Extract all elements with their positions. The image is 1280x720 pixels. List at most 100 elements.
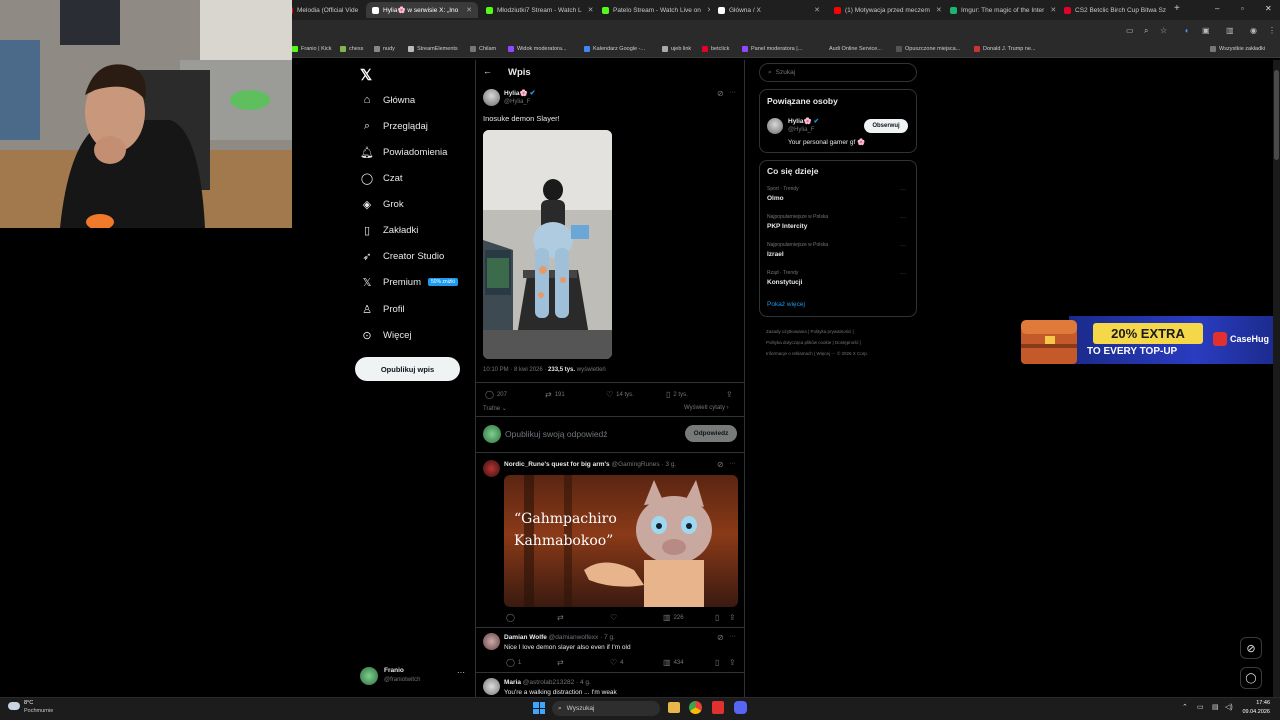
close-tab-icon[interactable]: ✕ <box>701 6 710 14</box>
trend-more-icon[interactable]: ··· <box>900 215 906 221</box>
views-stat[interactable]: ▥ 226 <box>663 613 684 622</box>
weather-desc[interactable]: Pochmurnie <box>24 708 53 714</box>
reply-avatar[interactable] <box>483 633 500 650</box>
post-button[interactable]: Opublikuj wpis <box>355 357 460 381</box>
nav-notifications[interactable]: 🔔︎ Powiadomienia <box>360 142 447 162</box>
ext-icon[interactable]: ▣ <box>1202 26 1210 35</box>
casehug-ad-banner[interactable]: 20% EXTRA TO EVERY TOP-UP CaseHug <box>1017 310 1280 370</box>
footer-link[interactable]: Więcej ··· <box>816 351 835 356</box>
trend-item[interactable]: Najpopularniejsze w Polska PKP Intercity <box>767 214 828 230</box>
bookmark-item[interactable]: ujeb link <box>662 46 691 52</box>
sidepanel-icon[interactable]: ▥ <box>1226 26 1234 35</box>
back-arrow-icon[interactable]: ← <box>483 66 492 76</box>
address-bar[interactable]: ▭ ⌕ ☆ ◖ ▣ ▥ ◉ ⋮ <box>292 20 1280 42</box>
close-tab-icon[interactable]: ✕ <box>460 6 472 14</box>
profile-icon[interactable]: ◉ <box>1250 26 1257 35</box>
follow-button[interactable]: Obserwuj <box>864 119 908 133</box>
reply-more-icon[interactable]: ··· <box>729 460 736 467</box>
footer-link[interactable]: Polityka dotycząca plików cookie <box>766 340 831 345</box>
grok-float-icon[interactable]: ⊘ <box>1240 637 1262 659</box>
grok-analyze-icon[interactable]: ⊘ <box>717 460 724 469</box>
tab-hylia[interactable]: Hylia🌸 w serwisie X: „Ino ✕ <box>366 2 478 18</box>
tray-icon[interactable]: ▭ <box>1197 703 1204 711</box>
reply-avatar[interactable] <box>483 460 500 477</box>
nav-bookmarks[interactable]: ▯ Zakładki <box>360 220 418 240</box>
post-author-name[interactable]: Hylia🌸 ✔ <box>504 89 536 97</box>
grok-analyze-icon[interactable]: ⊘ <box>717 633 724 642</box>
trend-item[interactable]: Najpopularniejsze w Polska Izrael <box>767 242 828 258</box>
account-avatar[interactable] <box>360 667 378 685</box>
clock-date[interactable]: 09.04.2026 <box>1240 709 1270 715</box>
trend-item[interactable]: Sport · Trendy Olmo <box>767 186 799 202</box>
maximize-icon[interactable]: ▫ <box>1241 4 1244 13</box>
close-tab-icon[interactable]: ✕ <box>1166 6 1168 14</box>
x-logo-icon[interactable]: 𝕏 <box>360 66 372 84</box>
bookmark-item[interactable]: StreamElements <box>408 46 458 52</box>
bookmark-action[interactable]: ▯ 2 tys. <box>666 390 688 399</box>
new-tab-icon[interactable]: + <box>1174 3 1180 14</box>
share-icon[interactable]: ⇪ <box>726 390 736 399</box>
network-icon[interactable]: ▤ <box>1212 703 1219 711</box>
nav-chat[interactable]: ◯ Czat <box>360 168 403 188</box>
app-icon[interactable] <box>712 701 724 714</box>
nav-more[interactable]: ⊙ Więcej <box>360 325 411 345</box>
trend-more-icon[interactable]: ··· <box>900 271 906 277</box>
close-tab-icon[interactable]: ✕ <box>1044 6 1056 14</box>
scrollbar-thumb[interactable] <box>1274 70 1279 160</box>
weather-temp[interactable]: 8°C <box>24 700 33 706</box>
messages-float-icon[interactable]: ◯ <box>1240 667 1262 689</box>
close-tab-icon[interactable]: ✕ <box>582 6 594 14</box>
repost-action[interactable]: ⇄ <box>557 613 567 622</box>
close-window-icon[interactable]: ✕ <box>1265 4 1272 13</box>
sort-dropdown[interactable]: Trafne ⌄ <box>483 405 507 412</box>
clock-time[interactable]: 17:46 <box>1240 700 1270 706</box>
nav-profile[interactable]: ♙ Profil <box>360 299 405 319</box>
reply-more-icon[interactable]: ··· <box>729 633 736 640</box>
bookmark-item[interactable]: nudy <box>374 46 395 52</box>
like-action[interactable]: ♡ 4 <box>610 658 624 667</box>
reply-author-name[interactable]: Damian Wolfe <box>504 634 547 641</box>
tab-cs2[interactable]: CS2 Betclic Birch Cup Bitwa Sz✕ <box>1058 2 1168 18</box>
nav-grok[interactable]: ◈ Grok <box>360 194 404 214</box>
trend-more-icon[interactable]: ··· <box>900 187 906 193</box>
post-more-icon[interactable]: ··· <box>729 89 736 96</box>
close-tab-icon[interactable]: ✕ <box>358 6 364 14</box>
nav-premium[interactable]: 𝕏 Premium 50% zniżki <box>360 272 458 292</box>
bookmark-item[interactable]: Franio | Kick <box>292 46 331 52</box>
bookmark-icon[interactable]: ▯ <box>715 613 722 622</box>
tab-melodia[interactable]: Melodia (Official Vide✕ <box>280 2 364 18</box>
nav-home[interactable]: ⌂ Główna <box>360 90 416 110</box>
like-action[interactable]: ♡ <box>610 613 620 622</box>
tab-patelo[interactable]: Patelo Stream - Watch Live on ✕ <box>596 2 710 18</box>
trend-item[interactable]: Rząd · Trendy Konstytucji <box>767 270 802 286</box>
bookmark-item[interactable]: Audi Online Service... <box>820 46 882 52</box>
view-quotes-link[interactable]: Wyświetl cytaty › <box>684 405 729 411</box>
footer-link[interactable]: Informacje o reklamach <box>766 351 813 356</box>
trend-more-icon[interactable]: ··· <box>900 243 906 249</box>
reply-action[interactable]: ◯ 207 <box>485 390 507 399</box>
reply-action[interactable]: ◯ 1 <box>506 658 521 667</box>
nav-creator-studio[interactable]: ➶ Creator Studio <box>360 246 444 266</box>
reply-image[interactable]: “Gahmpachiro Kahmabokoo” <box>504 475 738 607</box>
tray-chevron-icon[interactable]: ⌃ <box>1182 703 1188 711</box>
bookmark-item[interactable]: Donald J. Trump ne... <box>974 46 1036 52</box>
file-explorer-icon[interactable] <box>668 702 680 713</box>
nav-explore[interactable]: ⌕ Przeglądaj <box>360 116 428 136</box>
footer-link[interactable]: Dostępność <box>835 340 859 345</box>
repost-action[interactable]: ⇄ <box>557 658 567 667</box>
reply-author-name[interactable]: Nordic_Rune's quest for big arm's <box>504 461 610 468</box>
share-icon[interactable]: ⇪ <box>729 658 739 667</box>
related-name[interactable]: Hylia🌸 ✔ <box>788 117 819 125</box>
footer-link[interactable]: Polityka prywatności <box>810 329 851 334</box>
share-icon[interactable]: ⇪ <box>729 613 739 622</box>
close-tab-icon[interactable]: ✕ <box>808 6 820 14</box>
reply-input[interactable]: Opublikuj swoją odpowiedź <box>505 429 608 439</box>
tab-mlodziutki[interactable]: Młodziutki7 Stream - Watch L ✕ <box>480 2 594 18</box>
cast-icon[interactable]: ▭ <box>1126 26 1134 35</box>
page-scrollbar[interactable] <box>1273 60 1280 697</box>
account-menu-icon[interactable]: ··· <box>457 668 465 677</box>
menu-dots-icon[interactable]: ⋮ <box>1268 26 1276 35</box>
bookmark-item[interactable]: Widok moderatora... <box>508 46 567 52</box>
tab-glowna-x[interactable]: Główna / X ✕ <box>712 2 826 18</box>
bookmark-star-icon[interactable]: ☆ <box>1160 26 1167 35</box>
